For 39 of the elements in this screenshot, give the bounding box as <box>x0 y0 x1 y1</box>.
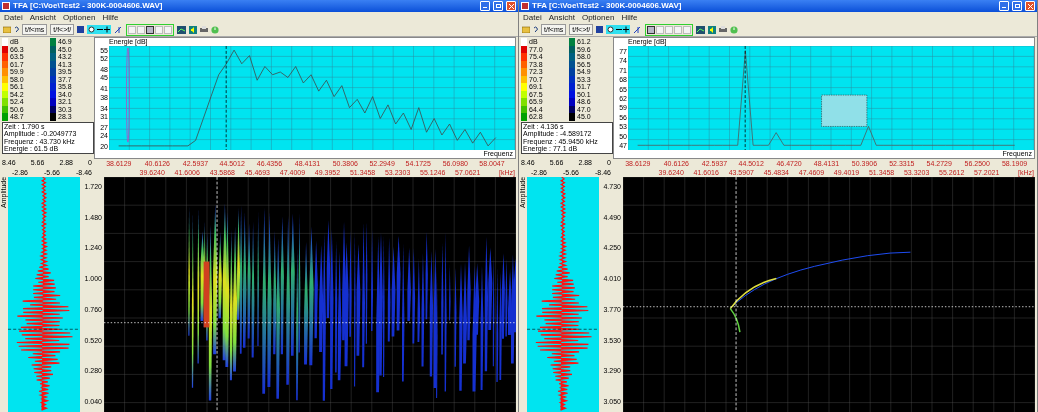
menu-item[interactable]: Hilfe <box>621 12 638 23</box>
window-title: TFA [C:\Voe\Test2 - 300K-0004606.WAV] <box>13 1 163 11</box>
save-icon[interactable] <box>596 26 604 33</box>
view-mode-button[interactable] <box>647 25 656 34</box>
menu-item[interactable]: Optionen <box>581 12 615 23</box>
magnifier-icon[interactable] <box>88 26 97 33</box>
speaker-icon[interactable] <box>189 25 198 34</box>
chart-icon[interactable] <box>177 25 187 34</box>
cursor-icon[interactable] <box>633 25 643 34</box>
minimize-button[interactable] <box>480 1 490 11</box>
cursor-icon[interactable] <box>114 25 124 34</box>
menu-item[interactable]: Ansicht <box>29 12 56 23</box>
close-button[interactable] <box>1025 1 1035 11</box>
selection-rect <box>821 94 868 127</box>
maximize-button[interactable] <box>1012 1 1022 11</box>
close-button[interactable] <box>506 1 516 11</box>
menu-item[interactable]: Optionen <box>62 12 96 23</box>
plus-icon[interactable] <box>623 26 630 33</box>
question-icon[interactable] <box>14 25 19 34</box>
menu-item[interactable]: Hilfe <box>102 12 119 23</box>
view-mode-button[interactable] <box>146 25 155 34</box>
save-icon[interactable] <box>77 26 85 33</box>
app-icon <box>2 2 10 10</box>
minimize-button[interactable] <box>999 1 1009 11</box>
plus-icon[interactable] <box>104 26 111 33</box>
menu-item[interactable]: Ansicht <box>548 12 575 23</box>
minus-icon[interactable] <box>97 26 104 33</box>
printer-icon[interactable] <box>719 26 728 33</box>
printer-icon[interactable] <box>200 26 209 33</box>
maximize-button[interactable] <box>493 1 503 11</box>
minus-icon[interactable] <box>616 26 623 33</box>
menu-item[interactable]: Datei <box>523 12 542 23</box>
app-icon <box>521 2 529 10</box>
menu-item[interactable]: Datei <box>4 12 23 23</box>
speaker-icon[interactable] <box>708 25 717 34</box>
window-title: TFA [C:\Voe\Test2 - 300K-0004606.WAV] <box>532 1 682 11</box>
magnifier-icon[interactable] <box>607 26 616 33</box>
chart-icon[interactable] <box>696 25 706 34</box>
question-icon[interactable] <box>533 25 538 34</box>
